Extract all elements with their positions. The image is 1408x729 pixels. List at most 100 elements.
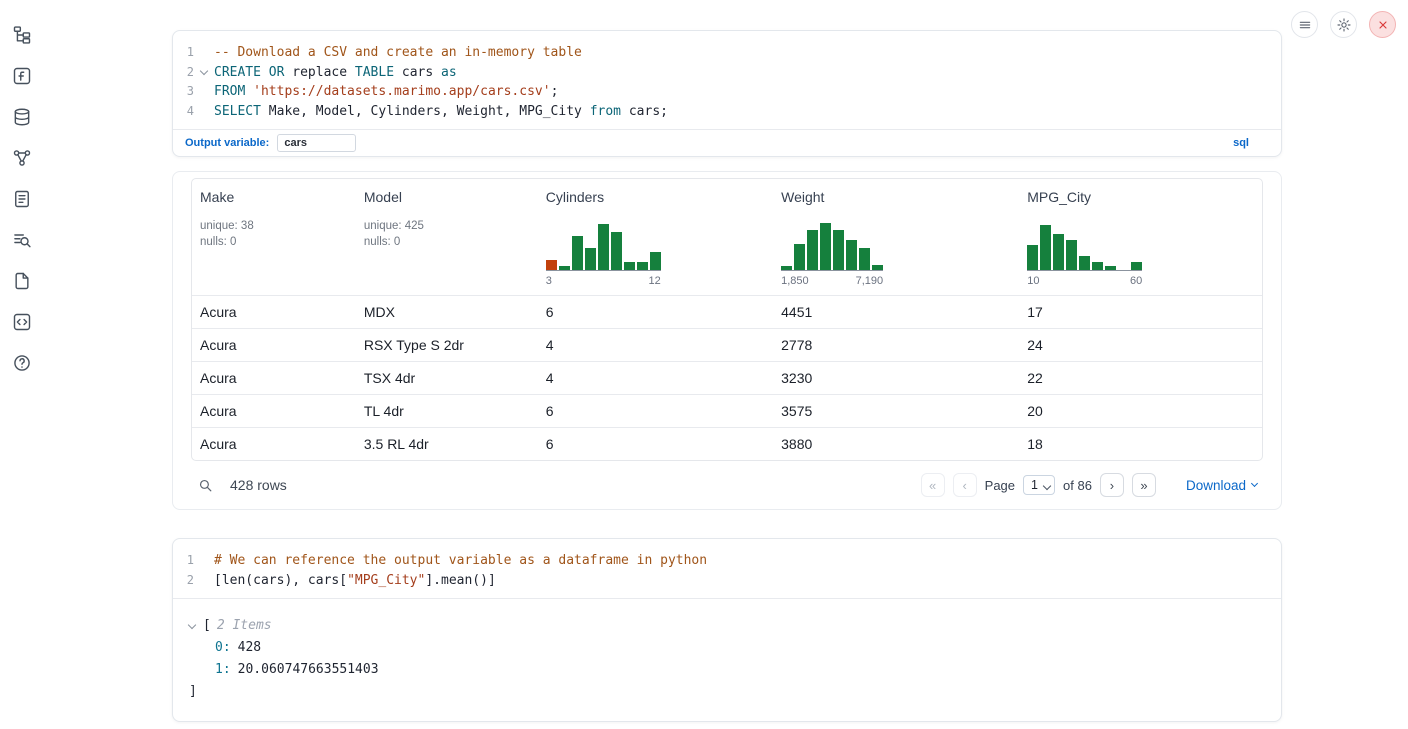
column-name: Make xyxy=(200,189,352,205)
column-header[interactable]: MPG_City 10 60 xyxy=(1021,179,1262,296)
code-text: -- Download a CSV and create an in-memor… xyxy=(214,43,1281,63)
histogram-bars xyxy=(1027,223,1142,271)
hist-bar[interactable] xyxy=(650,252,661,270)
dependency-graph-panel-button[interactable] xyxy=(9,145,35,171)
hist-bar[interactable] xyxy=(794,244,805,270)
hist-bar[interactable] xyxy=(546,260,557,270)
hist-bar[interactable] xyxy=(585,248,596,270)
hist-bar[interactable] xyxy=(859,248,870,270)
table-output-card: Makeunique: 38nulls: 0Modelunique: 425nu… xyxy=(172,171,1282,510)
column-header[interactable]: Weight1,8507,190 xyxy=(775,179,1021,296)
help-panel-button[interactable] xyxy=(9,350,35,376)
python-code-editor[interactable]: 1# We can reference the output variable … xyxy=(173,539,1281,598)
hist-bar[interactable] xyxy=(820,223,831,270)
histogram: 312 xyxy=(546,223,769,287)
gutter-spacer xyxy=(194,102,214,122)
table-cell: TSX 4dr xyxy=(358,362,540,395)
hist-bar[interactable] xyxy=(872,265,883,270)
hist-bar[interactable] xyxy=(611,232,622,270)
tree-close-line: ] xyxy=(189,681,1265,703)
line-number: 2 xyxy=(173,571,194,591)
hist-min-label: 10 xyxy=(1027,275,1039,287)
page-total-label: of 86 xyxy=(1063,478,1092,493)
table-cell: 6 xyxy=(540,296,775,329)
output-variable-input[interactable] xyxy=(277,134,356,152)
column-header[interactable]: Modelunique: 425nulls: 0 xyxy=(358,179,540,296)
hist-bar[interactable] xyxy=(1079,256,1090,270)
datasources-panel-button[interactable] xyxy=(9,104,35,130)
hist-bar[interactable] xyxy=(1053,234,1064,270)
hist-bar[interactable] xyxy=(598,224,609,270)
document-panel-button[interactable] xyxy=(9,268,35,294)
table-cell: Acura xyxy=(192,362,358,395)
line-number: 3 xyxy=(173,82,194,102)
hist-bar[interactable] xyxy=(637,262,648,270)
last-page-button[interactable]: » xyxy=(1132,473,1156,497)
hist-bar[interactable] xyxy=(781,266,792,270)
column-name: MPG_City xyxy=(1027,189,1256,205)
row-count-label: 428 rows xyxy=(230,477,287,493)
table-row[interactable]: AcuraRSX Type S 2dr4277824 xyxy=(192,329,1262,362)
prev-page-button[interactable]: ‹ xyxy=(953,473,977,497)
menu-button[interactable] xyxy=(1291,11,1318,38)
table-cell: MDX xyxy=(358,296,540,329)
functions-icon xyxy=(12,66,32,86)
hist-bar[interactable] xyxy=(1027,245,1038,270)
gutter-spacer xyxy=(194,43,214,63)
code-text: SELECT Make, Model, Cylinders, Weight, M… xyxy=(214,102,1281,122)
hist-bar[interactable] xyxy=(807,230,818,270)
hist-bar[interactable] xyxy=(1040,225,1051,270)
table-row[interactable]: Acura3.5 RL 4dr6388018 xyxy=(192,428,1262,461)
hist-bar[interactable] xyxy=(1066,240,1077,270)
functions-panel-button[interactable] xyxy=(9,63,35,89)
logs-panel-button[interactable] xyxy=(9,186,35,212)
code-text: [len(cars), cars["MPG_City"].mean()] xyxy=(214,571,1281,591)
fold-indicator[interactable] xyxy=(194,63,214,83)
table-cell: Acura xyxy=(192,296,358,329)
tree-root-line: [ 2 Items xyxy=(189,615,1265,637)
close-icon xyxy=(1375,17,1391,33)
table-row[interactable]: AcuraMDX6445117 xyxy=(192,296,1262,329)
table-cell: 3880 xyxy=(775,428,1021,461)
next-page-button[interactable]: › xyxy=(1100,473,1124,497)
file-explorer-panel-button[interactable] xyxy=(9,22,35,48)
language-badge[interactable]: sql xyxy=(1233,137,1249,149)
close-button[interactable] xyxy=(1369,11,1396,38)
search-icon[interactable] xyxy=(197,477,214,494)
table-row[interactable]: AcuraTL 4dr6357520 xyxy=(192,395,1262,428)
sql-code-editor[interactable]: 1-- Download a CSV and create an in-memo… xyxy=(173,31,1281,129)
gutter-spacer xyxy=(194,82,214,102)
page-select[interactable]: 1 xyxy=(1023,475,1055,495)
column-header[interactable]: Cylinders 312 xyxy=(540,179,775,296)
table-row[interactable]: AcuraTSX 4dr4323022 xyxy=(192,362,1262,395)
column-name: Model xyxy=(364,189,534,205)
hist-bar[interactable] xyxy=(559,266,570,270)
download-button[interactable]: Download xyxy=(1186,478,1257,493)
hist-max-label: 7,190 xyxy=(856,275,884,287)
table-cell: Acura xyxy=(192,395,358,428)
hist-bar[interactable] xyxy=(833,230,844,270)
histogram: 1,850 7,190 xyxy=(781,223,1015,287)
hist-bar[interactable] xyxy=(1105,266,1116,270)
column-name: Cylinders xyxy=(546,189,769,205)
histogram-axis-labels: 1,850 7,190 xyxy=(781,275,883,287)
tree-entry: 1: 20.060747663551403 xyxy=(189,659,1265,681)
code-text: # We can reference the output variable a… xyxy=(214,551,1281,571)
histogram-bars xyxy=(781,223,883,271)
hist-bar[interactable] xyxy=(1092,262,1103,270)
hist-bar[interactable] xyxy=(1131,262,1142,270)
first-page-button[interactable]: « xyxy=(921,473,945,497)
chevron-down-icon xyxy=(200,67,208,75)
histogram-bars xyxy=(546,223,661,271)
snippets-panel-button[interactable] xyxy=(9,309,35,335)
search-list-panel-button[interactable] xyxy=(9,227,35,253)
gutter-spacer xyxy=(194,551,214,571)
hist-max-label: 60 xyxy=(1130,275,1142,287)
collapse-toggle[interactable] xyxy=(189,625,203,628)
hist-bar[interactable] xyxy=(572,236,583,270)
hist-min-label: 1,850 xyxy=(781,275,809,287)
settings-button[interactable] xyxy=(1330,11,1357,38)
hist-bar[interactable] xyxy=(846,240,857,270)
column-header[interactable]: Makeunique: 38nulls: 0 xyxy=(192,179,358,296)
hist-bar[interactable] xyxy=(624,262,635,270)
